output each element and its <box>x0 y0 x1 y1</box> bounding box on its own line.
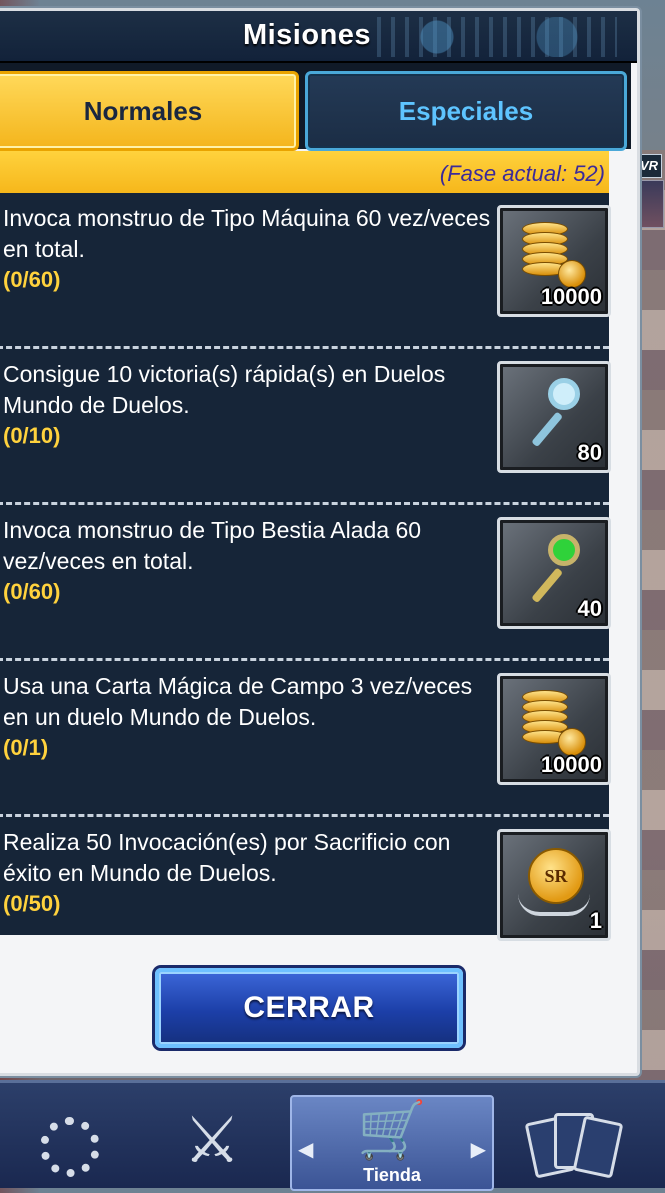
arrow-left-icon: ◀ <box>298 1139 314 1161</box>
tab-especiales[interactable]: Especiales <box>305 71 627 151</box>
nav-shop-label: Tienda <box>363 1165 421 1185</box>
reward-quantity: 40 <box>577 596 602 621</box>
duel-swords-icon[interactable]: ⚔ <box>172 1103 252 1193</box>
mission-progress: (0/60) <box>3 267 61 292</box>
mission-description: Invoca monstruo de Tipo Máquina 60 vez/v… <box>3 205 491 262</box>
mission-progress: (0/1) <box>3 735 49 760</box>
reward-box[interactable]: 10000 <box>497 205 611 317</box>
mission-progress: (0/10) <box>3 423 61 448</box>
gold-coins-icon <box>522 222 586 288</box>
mission-progress: (0/50) <box>3 891 61 916</box>
reward-quantity: 10000 <box>540 284 602 309</box>
list-item: Realiza 50 Invocación(es) por Sacrificio… <box>0 817 611 941</box>
phase-bar: (Fase actual: 52) <box>0 151 609 193</box>
list-item: Invoca monstruo de Tipo Bestia Alada 60 … <box>0 505 611 661</box>
mission-progress: (0/60) <box>3 579 61 604</box>
current-phase-label: (Fase actual: 52) <box>439 161 605 186</box>
tab-normales[interactable]: Normales <box>0 71 299 151</box>
list-item: Invoca monstruo de Tipo Máquina 60 vez/v… <box>0 193 611 349</box>
gold-coins-icon <box>522 690 586 756</box>
nav-shop[interactable]: ◀ 🛒 Tienda ▶ <box>290 1095 494 1191</box>
close-button[interactable]: CERRAR <box>155 968 463 1048</box>
deck-cards-icon[interactable] <box>524 1113 624 1179</box>
mission-list[interactable]: Invoca monstruo de Tipo Máquina 60 vez/v… <box>0 193 611 941</box>
reward-quantity: 80 <box>577 440 602 465</box>
reward-box[interactable]: SR 1 <box>497 829 611 941</box>
mission-description: Consigue 10 victoria(s) rápida(s) en Due… <box>3 361 446 418</box>
list-item: Usa una Carta Mágica de Campo 3 vez/vece… <box>0 661 611 817</box>
missions-dialog: Misiones Normales Especiales (Fase actua… <box>0 8 640 1076</box>
reward-box[interactable]: 10000 <box>497 673 611 785</box>
laurel-decoration <box>518 894 590 916</box>
reward-box[interactable]: 80 <box>497 361 611 473</box>
mission-tabs: Normales Especiales <box>0 63 631 151</box>
reward-quantity: 1 <box>589 908 602 933</box>
dialog-title: Misiones <box>242 19 372 51</box>
mission-description: Realiza 50 Invocación(es) por Sacrificio… <box>3 829 451 886</box>
mission-description: Invoca monstruo de Tipo Bestia Alada 60 … <box>3 517 422 574</box>
arrow-right-icon: ▶ <box>470 1139 486 1161</box>
settings-gear-icon[interactable] <box>40 1117 100 1177</box>
reward-quantity: 10000 <box>540 752 602 777</box>
bottom-nav: ⚔ ◀ 🛒 Tienda ▶ <box>0 1080 665 1191</box>
reward-box[interactable]: 40 <box>497 517 611 629</box>
mission-description: Usa una Carta Mágica de Campo 3 vez/vece… <box>3 673 473 730</box>
list-item: Consigue 10 victoria(s) rápida(s) en Due… <box>0 349 611 505</box>
dialog-header: Misiones <box>0 11 637 63</box>
cart-icon: 🛒 <box>357 1098 427 1161</box>
